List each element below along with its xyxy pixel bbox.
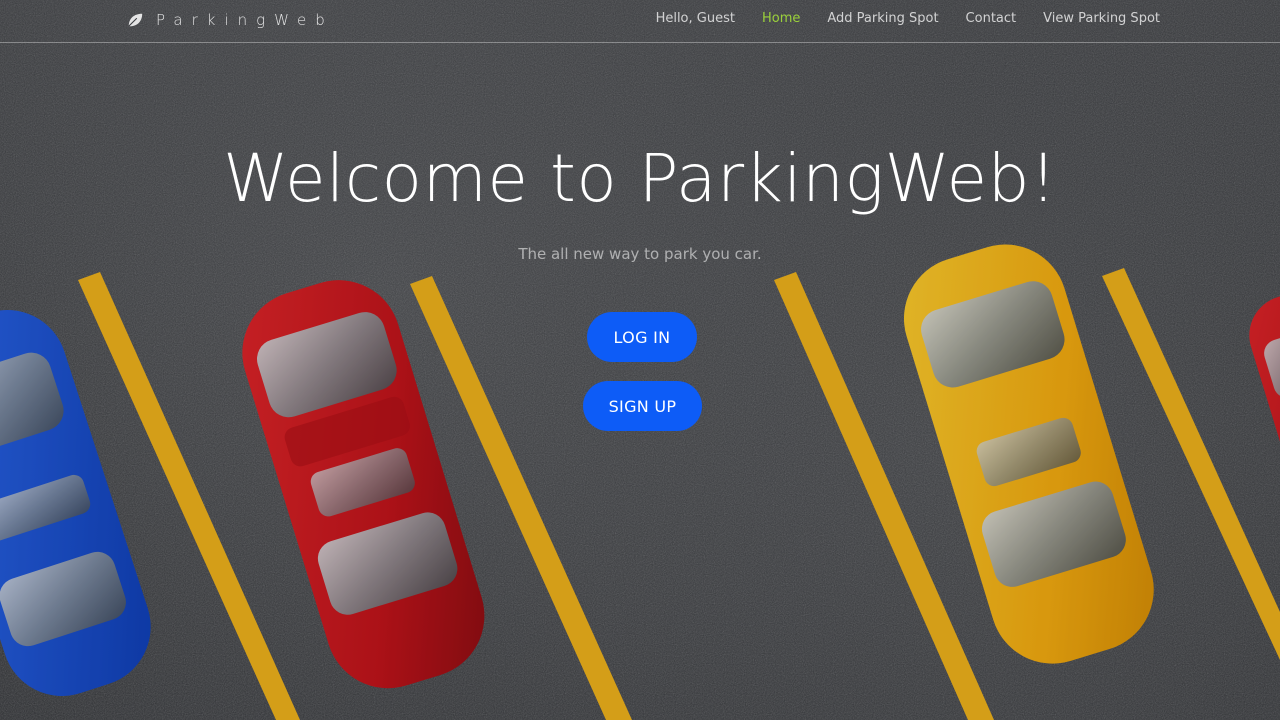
landing-page: ParkingWeb Hello, Guest Home Add Parking… [0, 0, 1280, 720]
brand[interactable]: ParkingWeb [126, 8, 334, 32]
top-navbar: ParkingWeb Hello, Guest Home Add Parking… [0, 0, 1280, 43]
leaf-icon [128, 13, 143, 27]
nav-links: Hello, Guest Home Add Parking Spot Conta… [656, 11, 1160, 26]
nav-link-add-parking-spot[interactable]: Add Parking Spot [827, 11, 938, 26]
nav-link-home[interactable]: Home [762, 11, 800, 26]
nav-link-view-parking-spot[interactable]: View Parking Spot [1043, 11, 1160, 26]
nav-link-contact[interactable]: Contact [966, 11, 1017, 26]
signup-button[interactable]: SIGN UP [583, 381, 702, 431]
hero-subtitle: The all new way to park you car. [518, 245, 762, 263]
nav-greeting: Hello, Guest [655, 11, 735, 26]
login-button[interactable]: LOG IN [587, 312, 697, 362]
brand-name: ParkingWeb [156, 11, 334, 29]
hero-title: Welcome to ParkingWeb! [223, 140, 1057, 217]
